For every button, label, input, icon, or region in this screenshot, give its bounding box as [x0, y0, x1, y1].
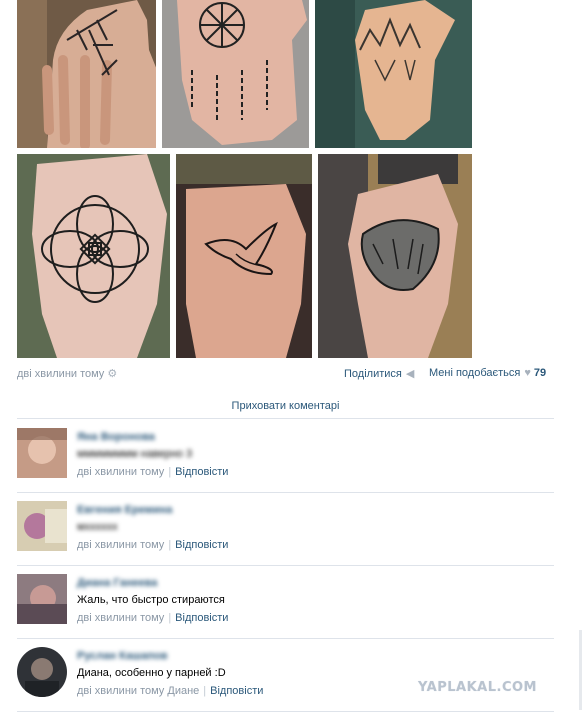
- divider: [17, 418, 554, 419]
- comment-time[interactable]: дві хвилини тому: [77, 539, 164, 551]
- photo-6[interactable]: [318, 154, 472, 358]
- avatar[interactable]: [17, 574, 67, 624]
- post-timestamp[interactable]: дві хвилини тому ⚙: [17, 367, 117, 380]
- gear-icon[interactable]: ⚙: [107, 368, 117, 380]
- share-button[interactable]: Поділитися ◀: [344, 367, 414, 380]
- hide-comments-link[interactable]: Приховати коментарі: [17, 400, 554, 412]
- comment-author[interactable]: Руслан Кашапов: [77, 650, 167, 662]
- post-time-text[interactable]: дві хвилини тому: [17, 368, 104, 380]
- photo-2[interactable]: [162, 0, 309, 148]
- watermark: YAPLAKAL.COM: [418, 680, 537, 695]
- comment-text: Диана, особенно у парней :D: [77, 667, 226, 679]
- avatar[interactable]: [17, 501, 67, 551]
- reply-link[interactable]: Відповісти: [175, 466, 228, 478]
- comment-meta: дві хвилини тому | Відповісти: [77, 539, 228, 551]
- photo-1[interactable]: [17, 0, 156, 148]
- comment: Руслан Кашапов Диана, особенно у парней …: [17, 647, 554, 707]
- avatar[interactable]: [17, 428, 67, 478]
- megaphone-icon: ◀: [405, 368, 415, 380]
- divider: [17, 638, 554, 639]
- reply-link[interactable]: Відповісти: [210, 685, 263, 697]
- comment-text: мхххххх: [77, 521, 118, 533]
- comment-text: Жаль, что быстро стираются: [77, 594, 225, 606]
- comment-author[interactable]: Яна Воронова: [77, 431, 155, 443]
- reply-link[interactable]: Відповісти: [175, 539, 228, 551]
- reply-to-name[interactable]: Диане: [167, 685, 199, 697]
- photo-3[interactable]: [315, 0, 472, 148]
- comment: Яна Воронова мммммммм навернo 3 дві хвил…: [17, 428, 554, 488]
- like-label: Мені подобається: [429, 367, 521, 379]
- like-count: 79: [533, 367, 547, 379]
- divider: [17, 565, 554, 566]
- comment: Евгения Еремина мхххххх дві хвилини тому…: [17, 501, 554, 561]
- comment-time[interactable]: дві хвилини тому: [77, 466, 164, 478]
- divider: [17, 711, 554, 712]
- comment: Диана Ганеева Жаль, что быстро стираются…: [17, 574, 554, 634]
- photo-4[interactable]: [17, 154, 170, 358]
- avatar[interactable]: [17, 647, 67, 697]
- comment-author[interactable]: Евгения Еремина: [77, 504, 172, 516]
- like-button[interactable]: Мені подобається ♥ 79: [429, 367, 546, 379]
- comment-meta: дві хвилини тому | Відповісти: [77, 466, 228, 478]
- comment-meta: дві хвилини тому | Відповісти: [77, 612, 228, 624]
- photo-5[interactable]: [176, 154, 312, 358]
- separator-bar: |: [168, 466, 172, 478]
- separator-bar: |: [203, 685, 207, 697]
- reply-link[interactable]: Відповісти: [175, 612, 228, 624]
- comment-author[interactable]: Диана Ганеева: [77, 577, 157, 589]
- comment-meta: дві хвилини тому Диане | Відповісти: [77, 685, 263, 697]
- comment-time[interactable]: дві хвилини тому: [77, 612, 164, 624]
- divider: [17, 492, 554, 493]
- heart-icon: ♥: [524, 367, 531, 379]
- share-label: Поділитися: [344, 368, 402, 380]
- comment-time[interactable]: дві хвилини тому: [77, 685, 164, 697]
- comment-text: мммммммм навернo 3: [77, 448, 193, 460]
- separator-bar: |: [168, 612, 172, 624]
- separator-bar: |: [168, 539, 172, 551]
